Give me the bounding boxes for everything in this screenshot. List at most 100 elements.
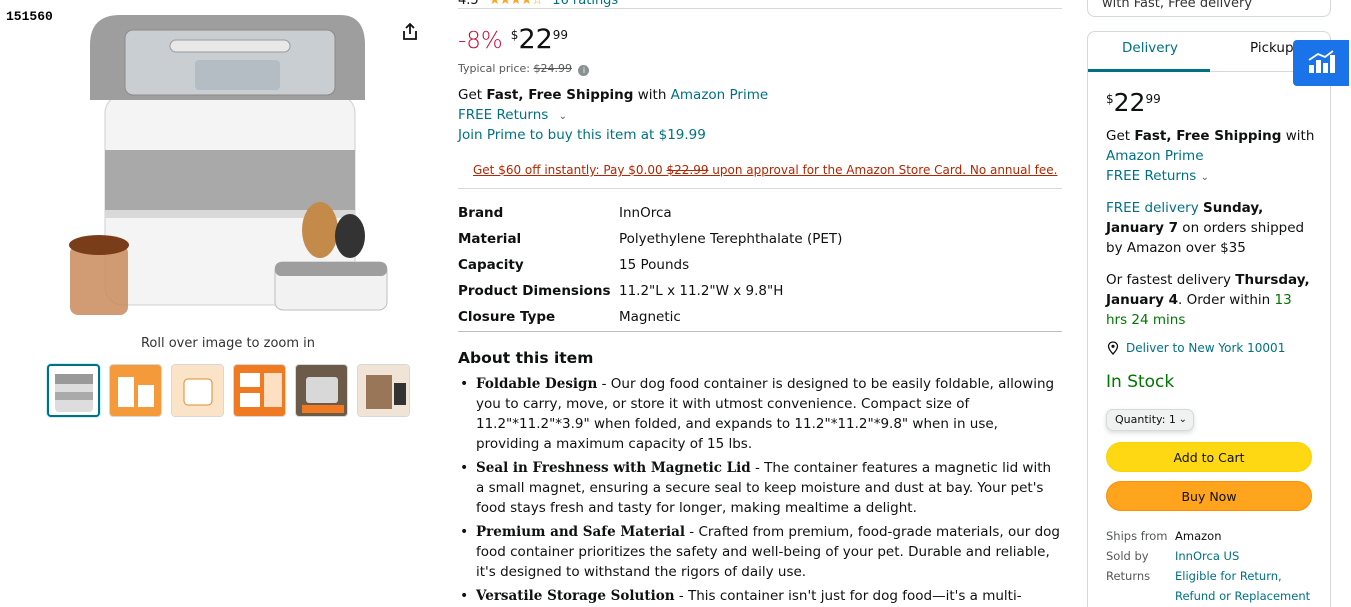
zoom-hint: Roll over image to zoom in: [140, 336, 316, 351]
spec-key: Brand: [458, 205, 504, 221]
free-returns-label: FREE Returns: [458, 107, 549, 123]
stock-status: In Stock: [1106, 372, 1175, 392]
product-specs-table: Brand InnOrca Material Polyethylene Tereph…: [458, 200, 842, 330]
add-to-cart-button[interactable]: Add to Cart: [1106, 442, 1312, 472]
shipping-prefix: Get: [458, 87, 487, 103]
price-whole: 22: [518, 24, 553, 55]
prime-delivery-card: with Fast, Free delivery: [1087, 0, 1331, 17]
buy-now-button[interactable]: Buy Now: [1106, 481, 1312, 511]
seller-info-row: Sold by InnOrca US: [1106, 546, 1310, 566]
free-delivery-info: FREE delivery Sunday, January 7 on order…: [1106, 198, 1316, 258]
free-returns-label: FREE Returns: [1106, 168, 1197, 184]
price-currency: $: [1106, 92, 1114, 106]
seller-info-row: Refund or Replacement: [1106, 586, 1310, 606]
quantity-label: Quantity: 1: [1115, 413, 1176, 426]
free-returns-link[interactable]: FREE Returns ⌄: [458, 107, 567, 123]
discount-percent: -8%: [458, 28, 503, 54]
tab-delivery[interactable]: Delivery: [1122, 40, 1178, 56]
spec-key: Capacity: [458, 257, 524, 273]
about-title: About this item: [458, 349, 594, 367]
seller-info-key: [1106, 586, 1175, 606]
tab-pickup[interactable]: Pickup: [1250, 40, 1294, 56]
bullet-title: Seal in Freshness with Magnetic Lid: [476, 460, 751, 476]
sold-by-link[interactable]: InnOrca US: [1175, 546, 1239, 566]
bullet-title: Premium and Safe Material: [476, 524, 685, 540]
seller-info: Ships from Amazon Sold by InnOrca US Retur…: [1106, 526, 1310, 606]
typical-price-value: $24.99: [533, 62, 572, 75]
spec-value: 15 Pounds: [619, 257, 690, 273]
spec-value: InnOrca: [619, 205, 672, 221]
seller-info-row: Ships from Amazon: [1106, 526, 1310, 546]
chevron-down-icon: ⌄: [558, 111, 568, 122]
fastest-prefix: Or fastest delivery: [1106, 272, 1236, 288]
seller-info-key: Returns: [1106, 569, 1151, 583]
rating-row: 4.5 ★★★★☆ 16 ratings: [458, 0, 618, 8]
spec-key: Closure Type: [458, 309, 556, 325]
ratings-count-link[interactable]: 16 ratings: [552, 0, 618, 8]
divider: [458, 188, 1062, 189]
typical-price-label: Typical price:: [458, 62, 530, 75]
price-currency: $: [510, 28, 519, 42]
list-item: Versatile Storage Solution - This contai…: [458, 586, 1062, 607]
free-delivery-link[interactable]: FREE delivery: [1106, 200, 1199, 216]
ship-prefix: Get: [1106, 128, 1135, 144]
chevron-down-icon: ⌄: [1200, 172, 1210, 183]
thumbnail-2[interactable]: [109, 364, 162, 417]
thumbnail-4[interactable]: [233, 364, 286, 417]
active-tab-indicator: [1088, 69, 1210, 72]
seller-info-value: Amazon: [1175, 529, 1222, 543]
fastest-delivery-info: Or fastest delivery Thursday, January 4.…: [1106, 270, 1316, 330]
free-returns-link[interactable]: FREE Returns ⌄: [1106, 168, 1209, 184]
spec-row: Brand InnOrca: [458, 200, 842, 226]
shipping-line: Get Fast, Free Shipping with Amazon Prim…: [458, 87, 768, 103]
promo-text-1: Get $60 off instantly: Pay $0.00: [473, 163, 667, 177]
info-icon[interactable]: i: [578, 65, 590, 76]
deliver-to-link[interactable]: Deliver to New York 10001: [1106, 341, 1285, 355]
typical-price: Typical price: $24.99 i: [458, 62, 590, 76]
spec-row: Material Polyethylene Terephthalate (PET): [458, 226, 842, 252]
price-chart-icon[interactable]: [1293, 40, 1349, 86]
main-product-image[interactable]: [60, 0, 395, 325]
store-card-promo-link[interactable]: Get $60 off instantly: Pay $0.00 $22.99 …: [473, 163, 1057, 177]
amazon-prime-link[interactable]: Amazon Prime: [671, 87, 769, 103]
about-bullets: Foldable Design - Our dog food container…: [458, 374, 1062, 607]
thumbnail-6[interactable]: [357, 364, 410, 417]
spec-value: Magnetic: [619, 309, 681, 325]
seller-info-key: Sold by: [1106, 549, 1149, 563]
returns-link-2[interactable]: Refund or Replacement: [1175, 586, 1310, 606]
bullet-title: Versatile Storage Solution: [476, 588, 675, 604]
rating-value: 4.5: [458, 0, 479, 8]
thumbnail-3[interactable]: [171, 364, 224, 417]
amazon-prime-link[interactable]: Amazon Prime: [1106, 148, 1204, 164]
spec-row: Closure Type Magnetic: [458, 304, 842, 330]
shipping-mid: with: [633, 87, 671, 103]
price-fraction: 99: [1145, 92, 1161, 106]
seller-info-key: Ships from: [1106, 529, 1168, 543]
returns-link[interactable]: Eligible for Return,: [1175, 566, 1282, 586]
buybox-shipping: Get Fast, Free Shipping with Amazon Prim…: [1106, 126, 1316, 188]
thumbnail-5[interactable]: [295, 364, 348, 417]
seller-info-row: Returns Eligible for Return,: [1106, 566, 1310, 586]
shipping-bold: Fast, Free Shipping: [486, 87, 634, 103]
bullet-title: Foldable Design: [476, 376, 598, 392]
share-icon[interactable]: [400, 22, 420, 42]
quantity-select[interactable]: Quantity: 1 ⌄: [1106, 409, 1194, 431]
divider: [458, 331, 1062, 332]
join-prime-link[interactable]: Join Prime to buy this item at $19.99: [458, 127, 706, 143]
price-whole: 22: [1113, 88, 1146, 117]
fastest-mid: . Order within: [1178, 292, 1275, 308]
spec-value: 11.2"L x 11.2"W x 9.8"H: [619, 283, 784, 299]
rating-stars-icon[interactable]: ★★★★☆: [489, 0, 543, 8]
spec-value: Polyethylene Terephthalate (PET): [619, 231, 843, 247]
counter-label: 151560: [6, 9, 53, 24]
price-fraction: 99: [552, 28, 569, 42]
promo-text-2: upon approval for the Amazon Store Card.…: [708, 163, 1058, 177]
price-block: -8% $ 22 99: [458, 24, 568, 56]
divider: [458, 8, 1062, 9]
ship-bold: Fast, Free Shipping: [1134, 128, 1282, 144]
dog-food-container-image: [69, 15, 388, 315]
deliver-to-label: Deliver to New York 10001: [1126, 341, 1286, 355]
chevron-down-icon: ⌄: [1178, 414, 1187, 425]
thumbnail-1[interactable]: [47, 364, 100, 417]
spec-key: Product Dimensions: [458, 283, 611, 299]
